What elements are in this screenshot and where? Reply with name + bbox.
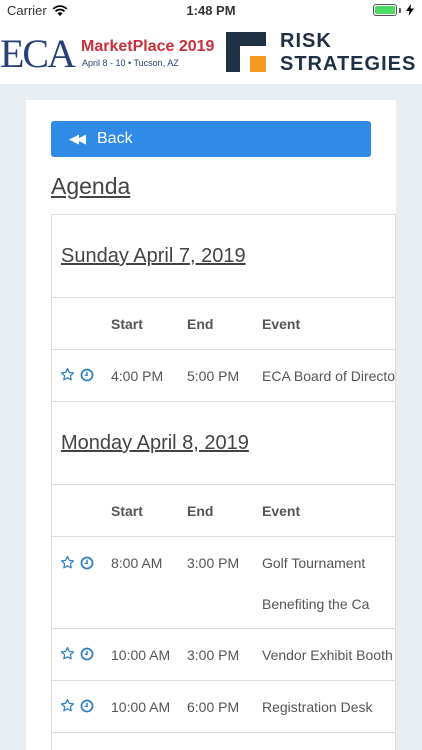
event-description: Benefiting the Ca: [262, 596, 370, 612]
clock-icon[interactable]: [80, 699, 94, 713]
app-header: ECA MarketPlace 2019 April 8 - 10 • Tucs…: [0, 22, 422, 84]
event-start: 4:00 PM: [111, 368, 164, 384]
event-start: 10:00 AM: [111, 647, 171, 663]
column-header-event: Event: [262, 503, 301, 519]
agenda-table: Sunday April 7, 2019 Start End Event 4:0…: [51, 214, 396, 750]
day-title[interactable]: Sunday April 7, 2019: [61, 245, 246, 268]
event-start: 8:00 AM: [111, 555, 163, 571]
eca-logo-subtitle: April 8 - 10 • Tucson, AZ: [82, 58, 179, 68]
column-header-start: Start: [111, 503, 143, 519]
page-title[interactable]: Agenda: [51, 173, 130, 200]
star-outline-icon[interactable]: [60, 367, 75, 382]
event-end: 3:00 PM: [187, 647, 240, 663]
row-actions: [60, 698, 94, 713]
risk-strategies-wordmark: RISK STRATEGIES: [280, 30, 417, 75]
column-header-row: Start End Event: [52, 298, 396, 350]
clock-icon[interactable]: [80, 368, 94, 382]
event-end: 5:00 PM: [187, 368, 240, 384]
table-row[interactable]: 10:00 AM 3:00 PM Vendor Exhibit Booth: [52, 629, 396, 681]
table-row[interactable]: 4:00 PM 5:00 PM ECA Board of Directors: [52, 350, 396, 402]
eca-marketplace-logo: ECA MarketPlace 2019 April 8 - 10 • Tucs…: [0, 31, 214, 76]
table-row[interactable]: [52, 733, 396, 750]
table-row[interactable]: 10:00 AM 6:00 PM Registration Desk: [52, 681, 396, 733]
double-chevron-left-icon: ◀◀: [69, 131, 86, 146]
risk-strategies-mark-icon: [226, 32, 266, 72]
event-end: 3:00 PM: [187, 555, 240, 571]
row-actions: [60, 646, 94, 661]
row-actions: [60, 367, 94, 382]
eca-logo-title: MarketPlace 2019: [81, 38, 215, 55]
event-name: ECA Board of Directors: [262, 368, 396, 384]
day-header: Monday April 8, 2019: [52, 402, 396, 485]
column-header-row: Start End Event: [52, 485, 396, 537]
column-header-end: End: [187, 316, 214, 332]
eca-logo-letters: ECA: [0, 31, 76, 76]
column-header-end: End: [187, 503, 214, 519]
day-title[interactable]: Monday April 8, 2019: [61, 432, 249, 455]
clock-icon[interactable]: [80, 647, 94, 661]
status-bar: Carrier 1:48 PM: [0, 0, 422, 22]
battery-icon: [373, 4, 414, 16]
column-header-event: Event: [262, 316, 301, 332]
risk-strategies-logo: RISK STRATEGIES: [226, 30, 422, 78]
clock-icon[interactable]: [80, 556, 94, 570]
back-button-label: Back: [97, 130, 133, 147]
event-name: Registration Desk: [262, 699, 373, 715]
event-start: 10:00 AM: [111, 699, 171, 715]
event-end: 6:00 PM: [187, 699, 240, 715]
row-actions: [60, 555, 94, 570]
column-header-start: Start: [111, 316, 143, 332]
event-name: Vendor Exhibit Booth: [262, 647, 393, 663]
day-header: Sunday April 7, 2019: [52, 215, 396, 298]
clock: 1:48 PM: [186, 3, 236, 18]
star-outline-icon[interactable]: [60, 698, 75, 713]
table-row[interactable]: 8:00 AM 3:00 PM Golf Tournament Benefiti…: [52, 537, 396, 629]
event-name: Golf Tournament: [262, 555, 366, 571]
back-button[interactable]: ◀◀ Back: [51, 121, 371, 157]
star-outline-icon[interactable]: [60, 646, 75, 661]
agenda-card: ◀◀ Back Agenda Sunday April 7, 2019 Star…: [26, 100, 396, 750]
star-outline-icon[interactable]: [60, 555, 75, 570]
charging-bolt-icon: [406, 4, 414, 16]
